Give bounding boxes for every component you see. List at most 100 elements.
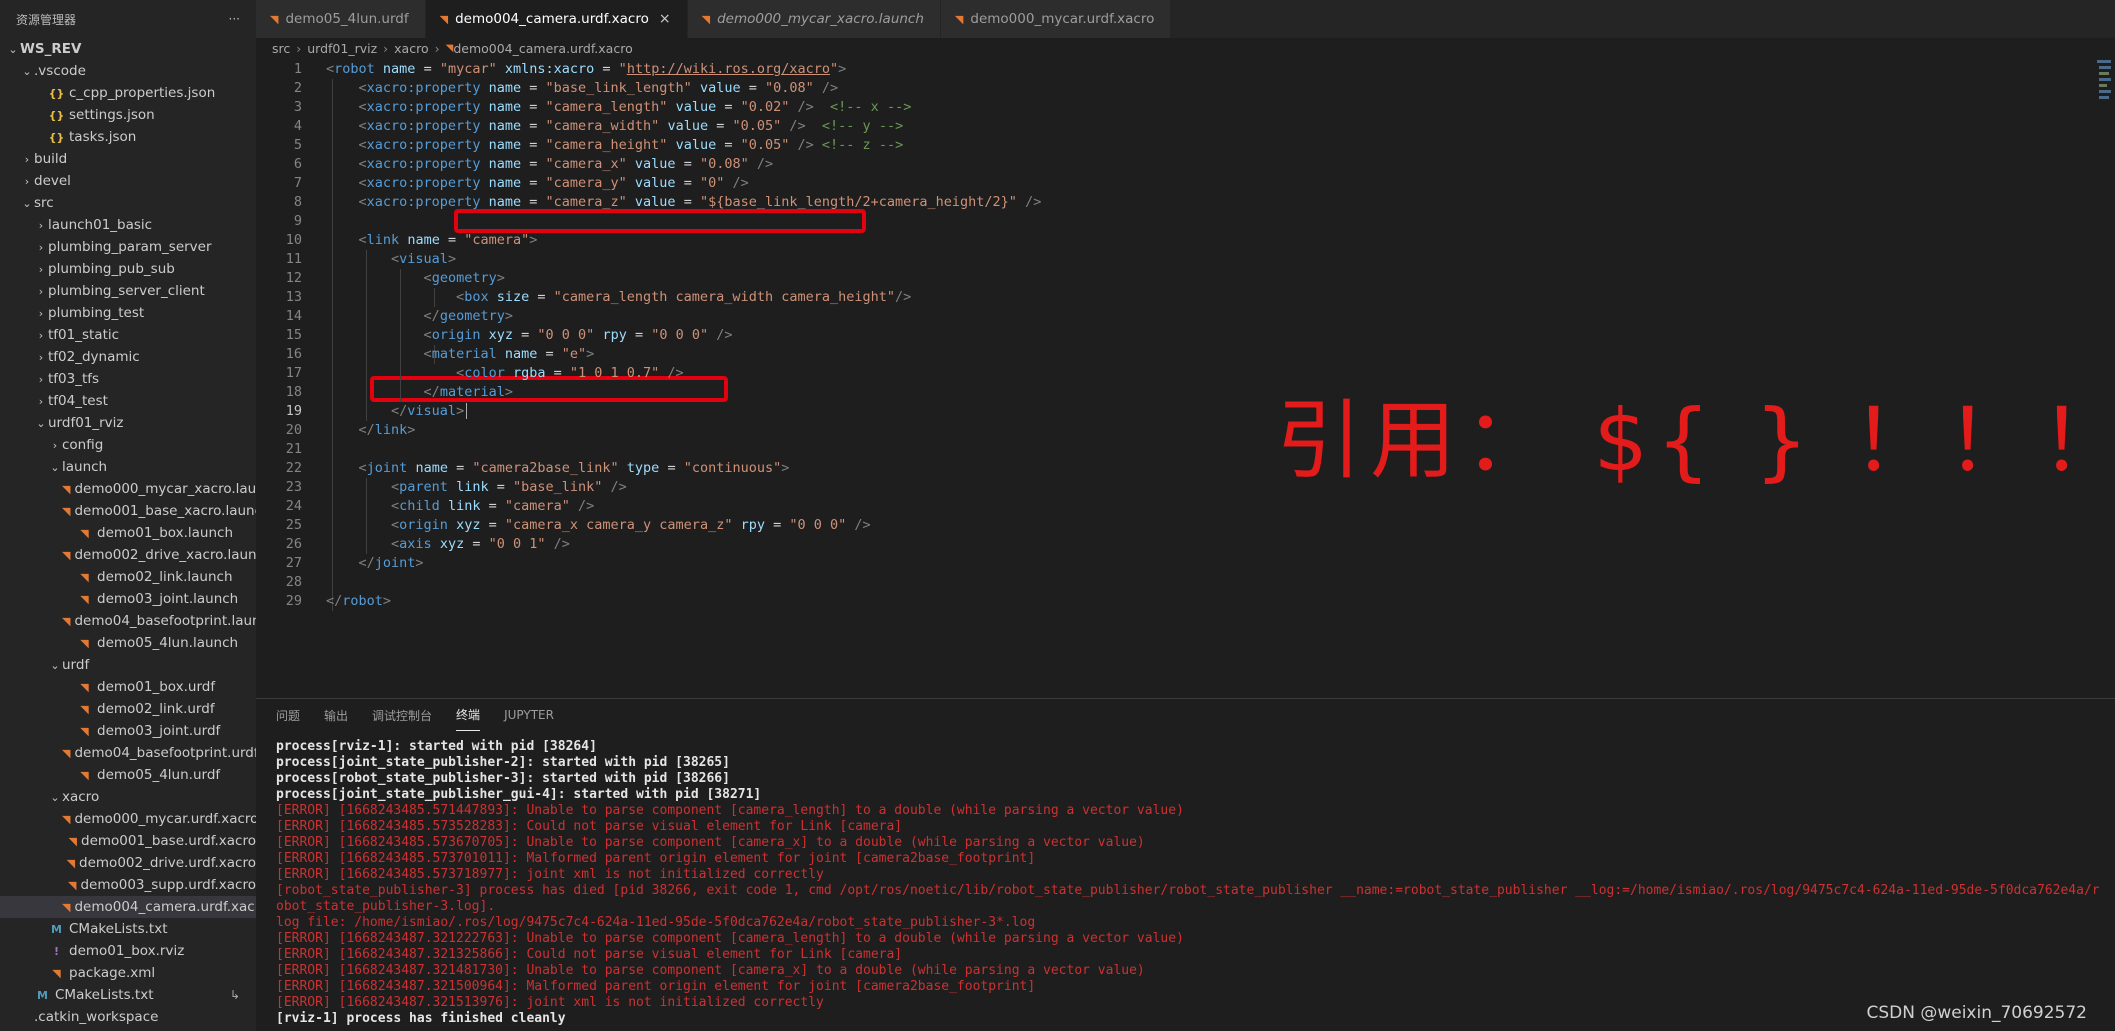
code-line: 7 <xacro:property name = "camera_y" valu…	[256, 174, 2056, 193]
tree-item[interactable]: ◥ demo04_basefootprint.urdf	[0, 742, 256, 764]
tree-item[interactable]: M CMakeLists.txt	[0, 918, 256, 940]
tree-item[interactable]: ◥ demo001_base.urdf.xacro	[0, 830, 256, 852]
tree-item[interactable]: › build	[0, 148, 256, 170]
chevron-right-icon: ›	[38, 284, 44, 298]
code-token: />	[789, 118, 806, 134]
code-token: =	[439, 232, 465, 248]
tree-item-label: .vscode	[34, 63, 86, 79]
code-token: material	[439, 384, 505, 400]
code-token: <	[358, 460, 367, 476]
tree-item[interactable]: › tf01_static	[0, 324, 256, 346]
code-text: <xacro:property name = "camera_height" v…	[326, 136, 904, 155]
terminal-line: [ERROR] [1668243485.573701011]: Malforme…	[276, 851, 1036, 866]
tree-item[interactable]: ◥ demo003_supp.urdf.xacro	[0, 874, 256, 896]
tree-item[interactable]: ◥ demo02_link.urdf	[0, 698, 256, 720]
tree-item[interactable]: › devel	[0, 170, 256, 192]
code-token: <	[358, 175, 367, 191]
tree-item[interactable]: ◥ package.xml	[0, 962, 256, 984]
breadcrumb-item[interactable]: demo004_camera.urdf.xacro	[453, 41, 632, 56]
tree-item[interactable]: ◥ demo002_drive.urdf.xacro	[0, 852, 256, 874]
code-text: <material name = "e">	[326, 345, 595, 364]
tree-item[interactable]: ◥ demo01_box.launch	[0, 522, 256, 544]
more-actions-icon[interactable]: ···	[229, 12, 240, 26]
tree-item[interactable]: ◥ demo02_link.launch	[0, 566, 256, 588]
editor-tab[interactable]: ◥ demo000_mycar_xacro.launch	[687, 0, 941, 38]
panel-tab[interactable]: 调试控制台	[372, 699, 432, 731]
tree-item[interactable]: ⌄ launch	[0, 456, 256, 478]
tree-item[interactable]: ⌄ urdf01_rviz	[0, 412, 256, 434]
code-token: =	[708, 118, 733, 134]
tree-item[interactable]: ! demo01_box.rviz	[0, 940, 256, 962]
breadcrumb-item[interactable]: src	[272, 41, 290, 56]
rss-file-icon: ◥	[80, 636, 89, 650]
tree-item[interactable]: › config	[0, 434, 256, 456]
code-token: name	[488, 194, 522, 210]
tree-item-label: demo04_basefootprint.urdf	[74, 745, 256, 761]
code-token: <	[358, 137, 367, 153]
chevron-down-icon: ⌄	[36, 416, 46, 430]
tree-item-label: launch	[62, 459, 108, 475]
panel-tab[interactable]: 输出	[324, 699, 348, 731]
editor-tab[interactable]: ◥ demo000_mycar.urdf.xacro	[940, 0, 1172, 38]
tree-item[interactable]: ⌄ xacro	[0, 786, 256, 808]
tree-item[interactable]: .catkin_workspace	[0, 1006, 256, 1028]
code-token: <	[423, 327, 432, 343]
tree-item[interactable]: ◥ demo03_joint.urdf	[0, 720, 256, 742]
tree-item[interactable]: {} settings.json	[0, 104, 256, 126]
close-icon[interactable]: ×	[659, 11, 671, 27]
tree-item[interactable]: ◥ demo004_camera.urdf.xacro	[0, 896, 256, 918]
panel-tab[interactable]: 问题	[276, 699, 300, 731]
terminal-line: [ERROR] [1668243487.321222763]: Unable t…	[276, 931, 1184, 946]
tree-item[interactable]: ⌄ .vscode	[0, 60, 256, 82]
explorer-title: 资源管理器	[16, 12, 77, 27]
editor-tabs: ◥ demo05_4lun.urdf ◥ demo004_camera.urdf.xa…	[256, 0, 2115, 38]
editor-tab[interactable]: ◥ demo004_camera.urdf.xacro ×	[425, 0, 688, 38]
editor-tab[interactable]: ◥ demo05_4lun.urdf	[256, 0, 426, 38]
tree-item[interactable]: ⌄ WS_REV	[0, 38, 256, 60]
tree-item[interactable]: › plumbing_server_client	[0, 280, 256, 302]
code-token: xacro:property	[366, 156, 481, 172]
code-token: name	[407, 232, 440, 248]
tree-item[interactable]: › plumbing_pub_sub	[0, 258, 256, 280]
rss-file-icon: ◥	[445, 42, 454, 54]
tree-item[interactable]: › tf03_tfs	[0, 368, 256, 390]
tree-item[interactable]: ◥demo04_basefootprint.launch	[0, 610, 256, 632]
tree-item[interactable]: › plumbing_test	[0, 302, 256, 324]
tree-item[interactable]: ◥ demo002_drive_xacro.launch	[0, 544, 256, 566]
minimap[interactable]	[2093, 58, 2115, 138]
tree-item[interactable]: {} tasks.json	[0, 126, 256, 148]
terminal-output[interactable]: process[rviz-1]: started with pid [38264…	[276, 739, 2106, 1027]
tree-item[interactable]: ◥ demo01_box.urdf	[0, 676, 256, 698]
panel-tabs: 问题 输出 调试控制台 终端 JUPYTER	[256, 699, 2115, 731]
status-indicator: ↳	[229, 988, 240, 1002]
tree-item[interactable]: ◥ demo05_4lun.urdf	[0, 764, 256, 786]
tree-item[interactable]: ⌄ src	[0, 192, 256, 214]
breadcrumb-item[interactable]: xacro	[394, 41, 428, 56]
panel-tab[interactable]: JUPYTER	[504, 699, 554, 731]
tree-item[interactable]: ◥ demo001_base_xacro.launch	[0, 500, 256, 522]
code-token: />	[610, 479, 627, 495]
panel-tab[interactable]: 终端	[456, 699, 481, 731]
tree-item[interactable]: › plumbing_param_server	[0, 236, 256, 258]
tree-item[interactable]: ◥ demo05_4lun.launch	[0, 632, 256, 654]
chevron-right-icon: ›	[38, 240, 44, 254]
tree-item[interactable]: › launch01_basic	[0, 214, 256, 236]
tree-item[interactable]: ⌄ urdf	[0, 654, 256, 676]
tree-item[interactable]: {} c_cpp_properties.json	[0, 82, 256, 104]
tree-item[interactable]: ◥demo000_mycar_xacro.launch	[0, 478, 256, 500]
tree-item[interactable]: › tf04_test	[0, 390, 256, 412]
tree-item[interactable]: M CMakeLists.txt ↳	[0, 984, 256, 1006]
tree-item[interactable]: ◥ demo03_joint.launch	[0, 588, 256, 610]
code-token: rgba	[512, 365, 546, 381]
breadcrumb-item[interactable]: urdf01_rviz	[307, 41, 377, 56]
rss-file-icon: ◥	[80, 680, 89, 694]
tree-item[interactable]: › tf02_dynamic	[0, 346, 256, 368]
tree-item[interactable]: ◥ demo000_mycar.urdf.xacro	[0, 808, 256, 830]
